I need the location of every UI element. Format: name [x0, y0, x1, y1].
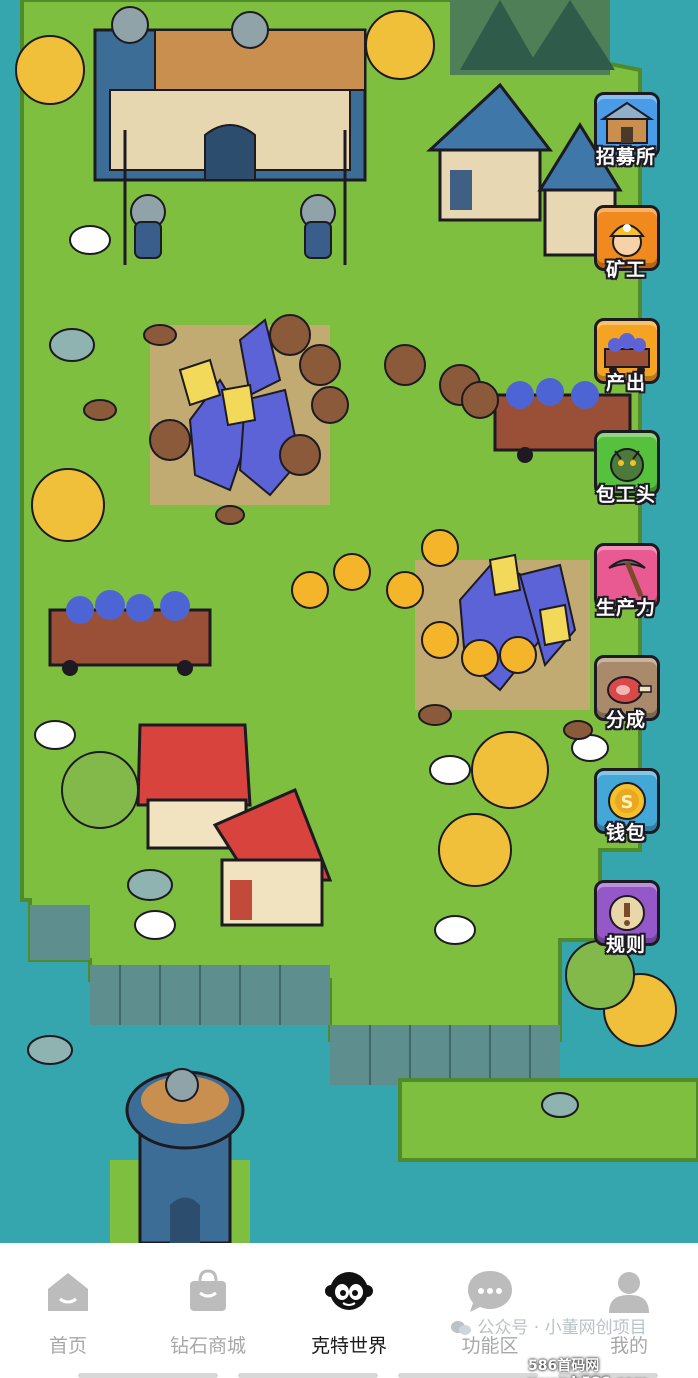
nav-item-label: 克特世界 [310, 1335, 387, 1357]
user-icon [609, 1272, 649, 1313]
side-button-recruit[interactable]: 招募所 [590, 92, 666, 188]
side-button-share[interactable]: 分成 [590, 655, 666, 751]
side-button-miner[interactable]: 矿工 [590, 205, 666, 301]
side-button-output[interactable]: 产出 [590, 318, 666, 414]
svg-text:S: S [621, 792, 634, 813]
side-button-label: 招募所 [595, 146, 656, 168]
home-icon [48, 1273, 88, 1311]
nav-item-home[interactable]: 首页 [8, 1265, 128, 1357]
nav-underline [78, 1373, 218, 1378]
monkey-icon [325, 1272, 373, 1310]
side-button-foreman[interactable]: 包工头 [590, 430, 666, 526]
site-watermark: 586首码网 www.h586.com [528, 1358, 648, 1378]
nav-item-diamond-mall[interactable]: 钻石商城 [148, 1265, 268, 1357]
side-button-label: 产出 [605, 372, 646, 394]
nav-underline [238, 1373, 378, 1378]
side-button-rules[interactable]: 规则 [590, 880, 666, 976]
shopping-bag-icon [190, 1269, 226, 1311]
watermark: 公众号 · 小董网创项目 [450, 1313, 647, 1338]
side-button-label: 生产力 [595, 597, 656, 619]
chat-bubble-icon [468, 1271, 512, 1312]
side-button-label: 分成 [605, 709, 646, 731]
nav-item-features[interactable]: 功能区 [430, 1265, 550, 1357]
side-button-label: 包工头 [595, 484, 656, 506]
side-button-productivity[interactable]: 生产力 [590, 543, 666, 639]
side-button-wallet[interactable]: S 钱包 [590, 768, 666, 864]
nav-item-mine[interactable]: 我的 [569, 1265, 689, 1357]
watermark-text: 公众号 · 小董网创项目 [477, 1318, 647, 1338]
nav-underline [398, 1373, 538, 1378]
nav-item-label: 钻石商城 [169, 1335, 246, 1357]
nav-item-label: 首页 [48, 1335, 87, 1357]
wechat-icon [451, 1321, 471, 1335]
side-button-label: 矿工 [605, 259, 646, 281]
side-button-label: 规则 [605, 934, 646, 956]
nav-item-kt-world[interactable]: 克特世界 [289, 1265, 409, 1357]
game-map[interactable]: 招募所 矿工 产出 包工头 生产力 分成 S 钱包 规则 [0, 0, 698, 1243]
side-button-label: 钱包 [605, 822, 646, 844]
